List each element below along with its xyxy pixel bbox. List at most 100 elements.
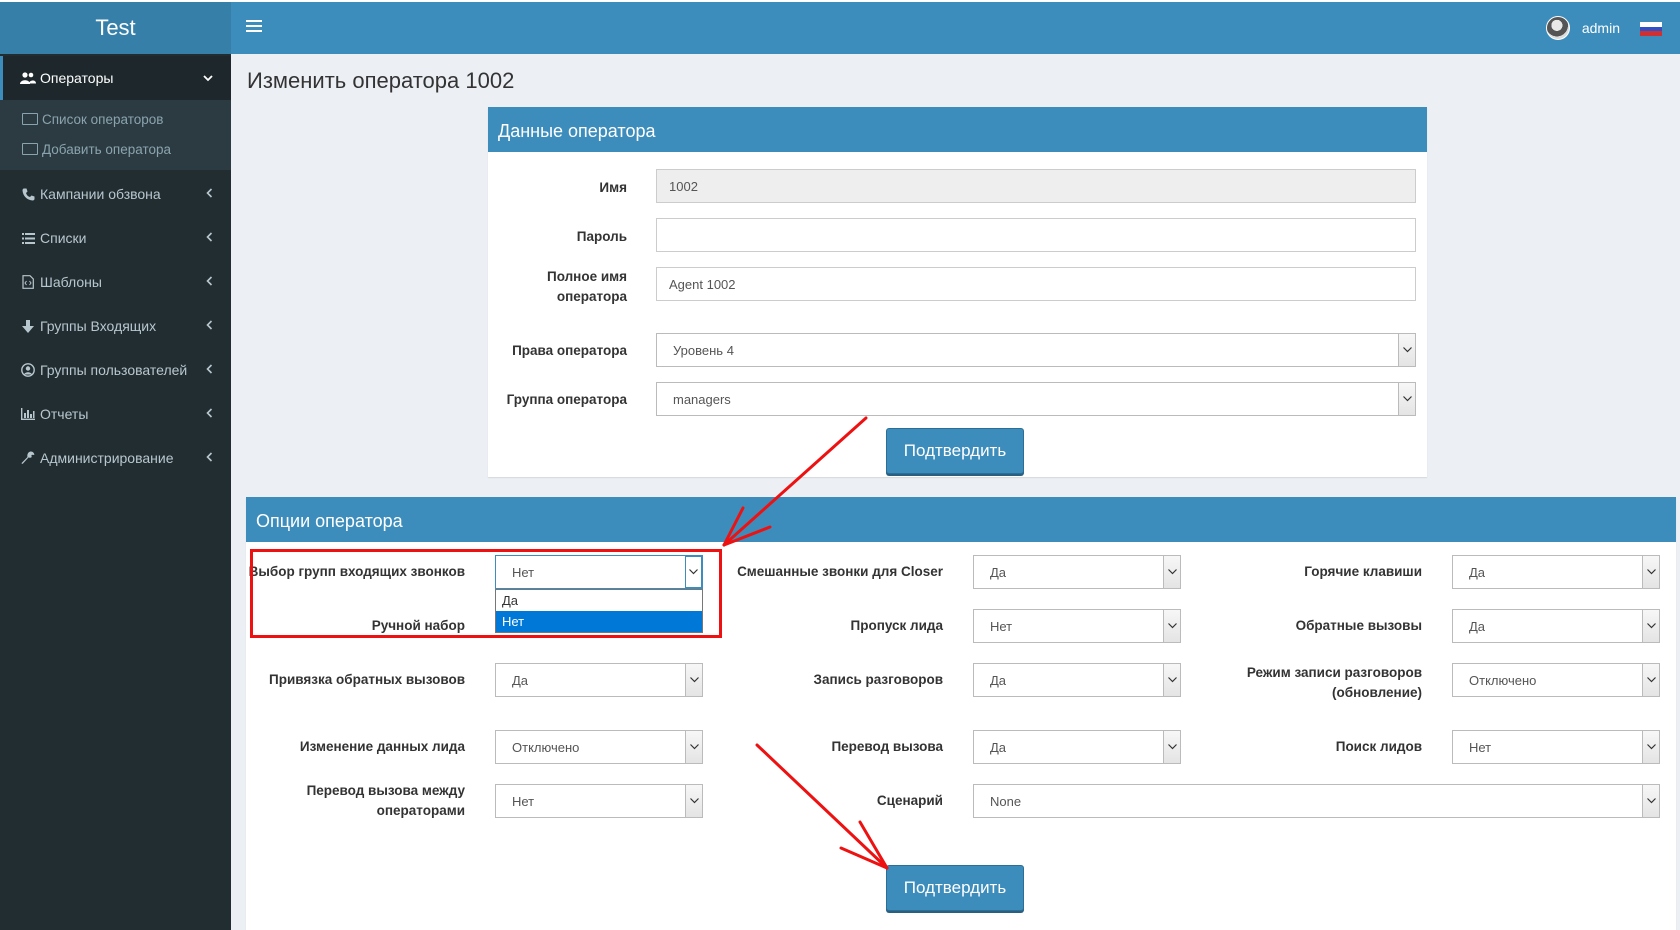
user-menu[interactable]: admin bbox=[1545, 16, 1620, 40]
chevron-left-icon bbox=[206, 362, 213, 377]
chevron-left-icon bbox=[206, 230, 213, 245]
chevron-down-icon bbox=[1642, 731, 1659, 763]
select-value: Да bbox=[512, 672, 529, 688]
sidebar-item-operators[interactable]: Операторы bbox=[0, 56, 231, 100]
user-circle-icon bbox=[19, 361, 37, 379]
chevron-left-icon bbox=[206, 406, 213, 421]
flag-stripe bbox=[1640, 31, 1662, 36]
annotation-highlight-box bbox=[250, 549, 722, 638]
app-logo[interactable]: Test bbox=[0, 0, 231, 54]
sidebar-item-lists[interactable]: Списки bbox=[0, 216, 231, 260]
fullname-input[interactable]: Agent 1002 bbox=[656, 267, 1416, 301]
select-value: Да bbox=[1469, 618, 1486, 634]
lead-skip-select[interactable]: Нет bbox=[973, 609, 1181, 643]
select-value: Уровень 4 bbox=[673, 342, 734, 358]
callbacks-bind-label: Привязка обратных вызовов bbox=[269, 672, 465, 687]
chevron-left-icon bbox=[206, 450, 213, 465]
script-label: Сценарий bbox=[876, 793, 943, 808]
panel-title: Данные оператора bbox=[488, 110, 1427, 152]
avatar bbox=[1545, 16, 1570, 40]
arrow-down-icon bbox=[19, 317, 37, 335]
language-flag-icon[interactable] bbox=[1640, 22, 1662, 36]
chevron-down-icon bbox=[1398, 383, 1415, 415]
callbacks-bind-select[interactable]: Да bbox=[495, 663, 703, 697]
menu-toggle-icon[interactable] bbox=[246, 17, 262, 37]
select-value: Да bbox=[990, 672, 1007, 688]
select-value: Отключено bbox=[512, 739, 580, 755]
fullname-label: Полное имя оператора bbox=[546, 269, 627, 304]
group-select[interactable]: managers bbox=[656, 382, 1416, 416]
sidebar-item-campaigns[interactable]: Кампании обзвона bbox=[0, 172, 231, 216]
list-icon bbox=[19, 229, 37, 247]
rec-mode-select[interactable]: Отключено bbox=[1452, 663, 1660, 697]
sidebar-subitem-label: Список операторов bbox=[42, 111, 164, 127]
lead-skip-label: Пропуск лида bbox=[850, 618, 944, 633]
sidebar-item-user-groups[interactable]: Группы пользователей bbox=[0, 348, 231, 392]
transfer-select[interactable]: Да bbox=[973, 730, 1181, 764]
panel-title: Опции оператора bbox=[246, 500, 1676, 542]
name-label: Имя bbox=[599, 180, 627, 195]
lead-edit-label: Изменение данных лида bbox=[299, 739, 465, 754]
hotkeys-select[interactable]: Да bbox=[1452, 555, 1660, 589]
sidebar-item-label: Группы пользователей bbox=[40, 362, 188, 378]
chevron-down-icon bbox=[1163, 664, 1180, 696]
sidebar-item-label: Группы Входящих bbox=[40, 318, 157, 334]
select-value: Отключено bbox=[1469, 672, 1537, 688]
name-input[interactable]: 1002 bbox=[656, 169, 1416, 203]
callbacks-select[interactable]: Да bbox=[1452, 609, 1660, 643]
closer-mixed-select[interactable]: Да bbox=[973, 555, 1181, 589]
select-value: Нет bbox=[1469, 739, 1492, 755]
password-input[interactable] bbox=[656, 218, 1416, 252]
chevron-down-icon bbox=[1642, 556, 1659, 588]
sidebar-item-label: Списки bbox=[40, 230, 87, 246]
select-value: Нет bbox=[512, 793, 535, 809]
select-value: Нет bbox=[990, 618, 1013, 634]
wrench-icon bbox=[19, 449, 37, 467]
rights-label: Права оператора bbox=[512, 343, 627, 358]
top-navbar: admin bbox=[231, 0, 1680, 54]
chevron-down-icon bbox=[1398, 334, 1415, 366]
sidebar-subitem-add-operator[interactable]: Добавить оператора bbox=[0, 134, 231, 164]
script-select[interactable]: None bbox=[973, 784, 1660, 818]
select-value: managers bbox=[673, 391, 731, 407]
chevron-down-icon bbox=[1642, 664, 1659, 696]
chevron-left-icon bbox=[206, 318, 213, 333]
sidebar-item-templates[interactable]: Шаблоны bbox=[0, 260, 231, 304]
agent-transfer-select[interactable]: Нет bbox=[495, 784, 703, 818]
submit-operator-data-button[interactable]: Подтвердить bbox=[886, 428, 1024, 474]
select-value: None bbox=[990, 793, 1022, 809]
lead-search-label: Поиск лидов bbox=[1335, 739, 1422, 754]
transfer-label: Перевод вызова bbox=[831, 739, 943, 754]
sidebar-subitem-label: Добавить оператора bbox=[42, 141, 172, 157]
sidebar-item-label: Администрирование bbox=[40, 450, 174, 466]
sidebar: Test Операторы Список операторов Добавит… bbox=[0, 0, 231, 930]
password-label: Пароль bbox=[576, 229, 627, 244]
submit-operator-options-button[interactable]: Подтвердить bbox=[886, 865, 1024, 911]
list-icon bbox=[22, 113, 38, 125]
hotkeys-label: Горячие клавиши bbox=[1304, 564, 1422, 579]
callbacks-label: Обратные вызовы bbox=[1295, 618, 1422, 633]
sidebar-subitem-operator-list[interactable]: Список операторов bbox=[0, 104, 231, 134]
select-value: Да bbox=[1469, 564, 1486, 580]
sidebar-item-administration[interactable]: Администрирование bbox=[0, 436, 231, 480]
lead-search-select[interactable]: Нет bbox=[1452, 730, 1660, 764]
user-name: admin bbox=[1581, 20, 1620, 36]
sidebar-submenu-operators: Список операторов Добавить оператора bbox=[0, 100, 231, 170]
main-content: Изменить оператора 1002 Данные оператора… bbox=[231, 54, 1680, 930]
group-label: Группа оператора bbox=[506, 392, 627, 407]
users-icon bbox=[19, 69, 37, 87]
sidebar-item-label: Кампании обзвона bbox=[40, 186, 161, 202]
sidebar-item-inbound-groups[interactable]: Группы Входящих bbox=[0, 304, 231, 348]
sidebar-item-reports[interactable]: Отчеты bbox=[0, 392, 231, 436]
sidebar-item-label: Операторы bbox=[40, 70, 114, 86]
chevron-down-icon bbox=[1642, 785, 1659, 817]
chevron-left-icon bbox=[206, 186, 213, 201]
recording-select[interactable]: Да bbox=[973, 663, 1181, 697]
rights-select[interactable]: Уровень 4 bbox=[656, 333, 1416, 367]
phone-icon bbox=[19, 185, 37, 203]
chevron-down-icon bbox=[1642, 610, 1659, 642]
agent-transfer-label: Перевод вызова между операторами bbox=[306, 783, 465, 818]
id-card-icon bbox=[22, 143, 38, 155]
recording-label: Запись разговоров bbox=[813, 672, 943, 687]
lead-edit-select[interactable]: Отключено bbox=[495, 730, 703, 764]
